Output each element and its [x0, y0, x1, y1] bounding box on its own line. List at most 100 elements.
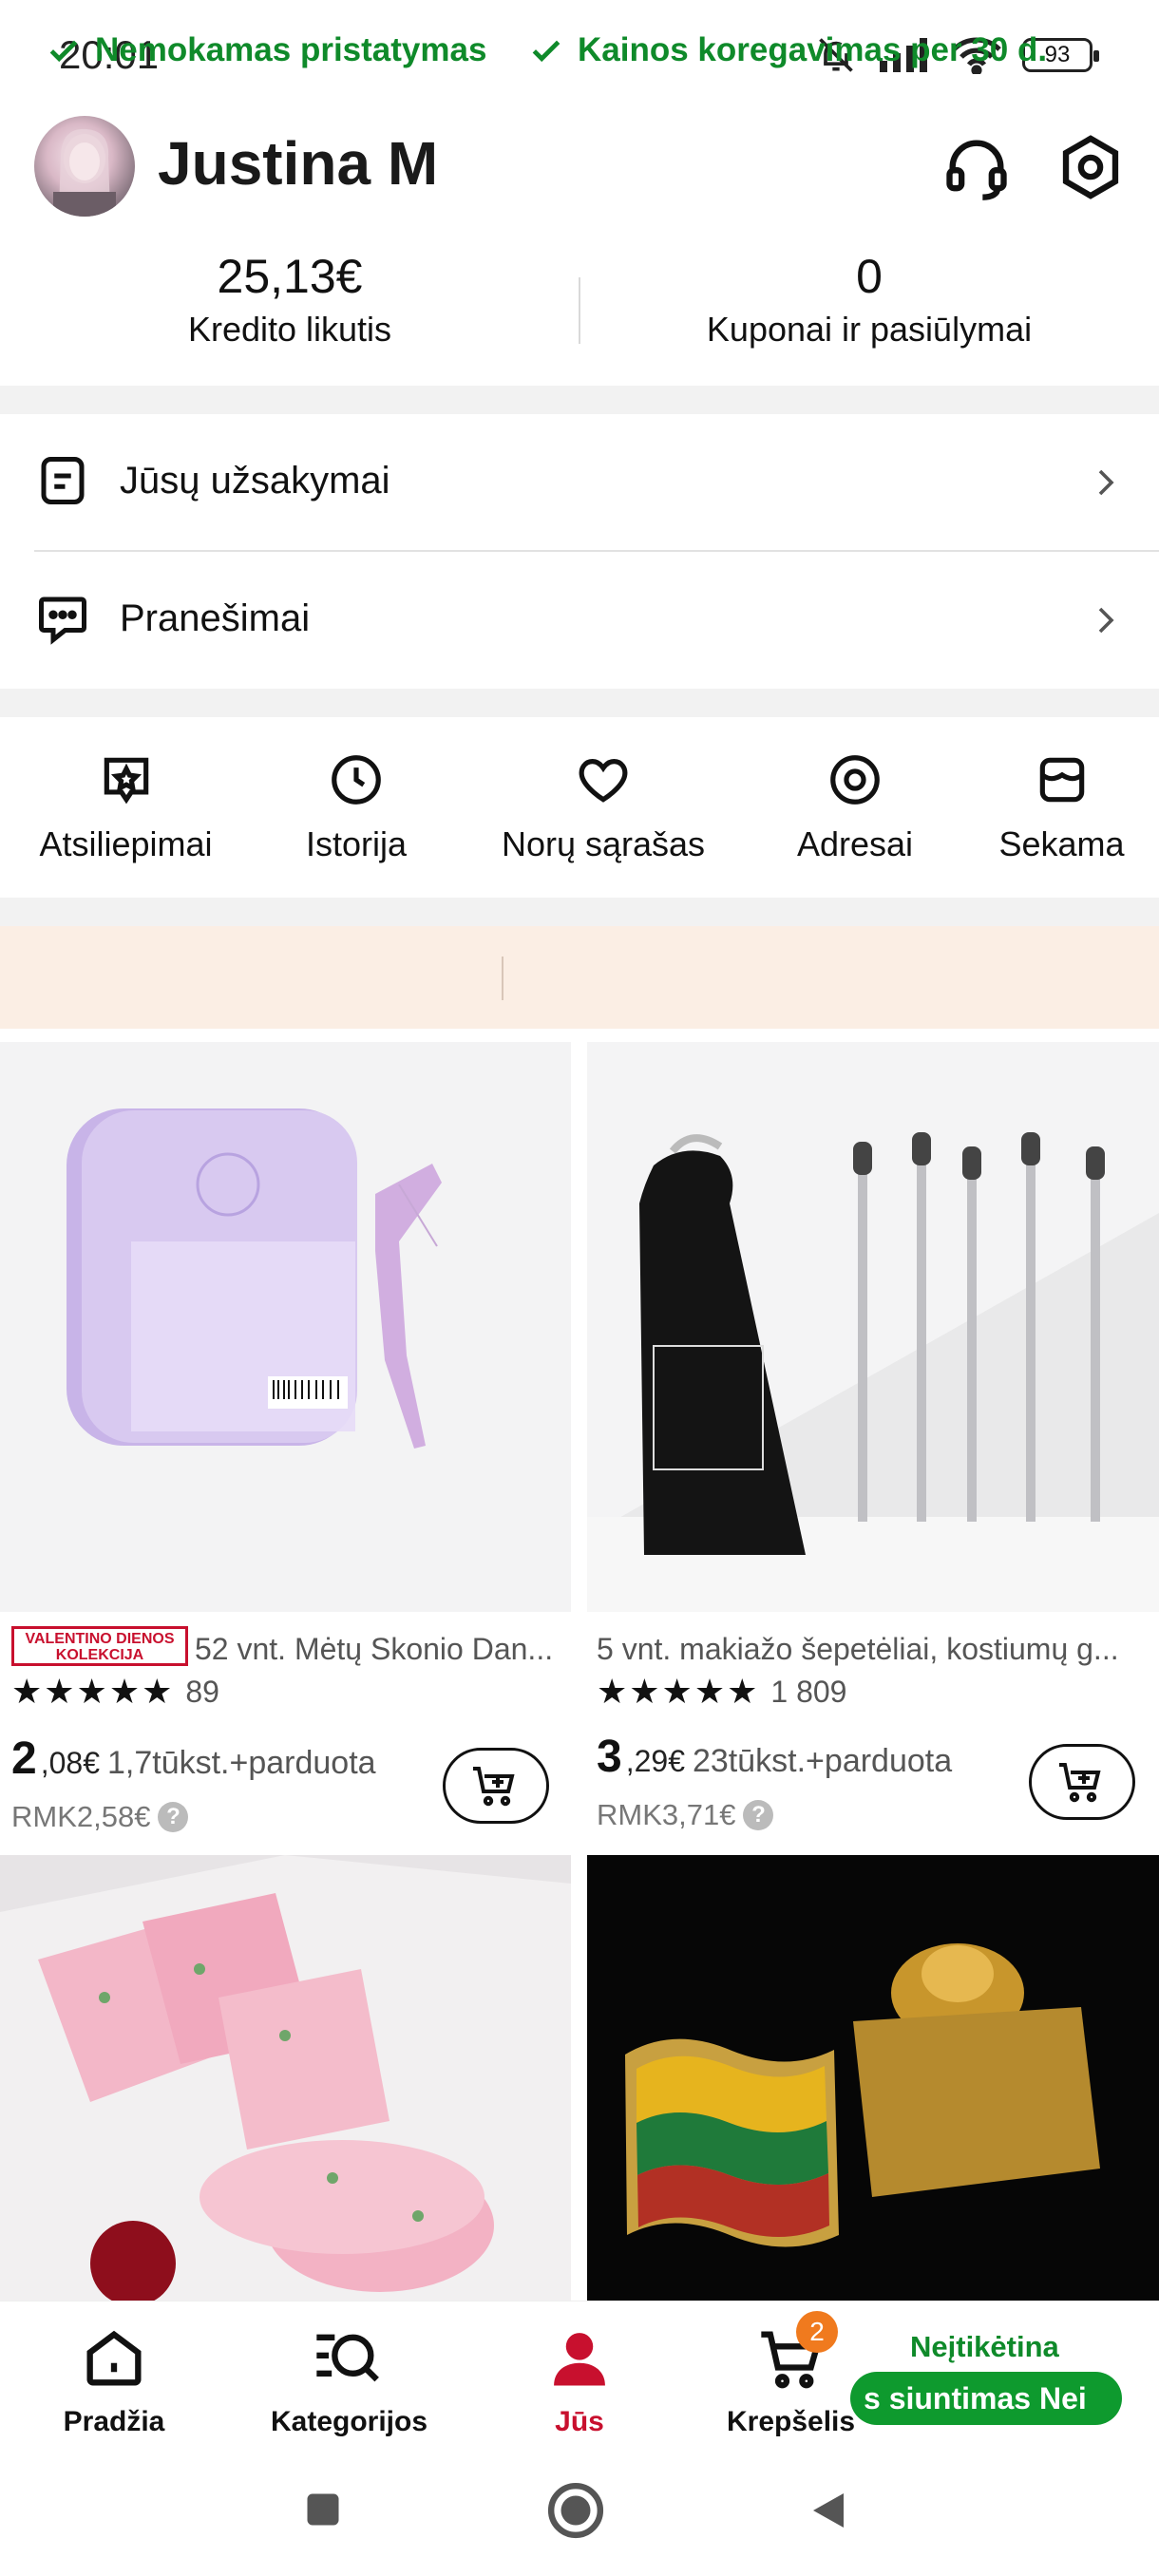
product-rating: ★★★★★ 1 809: [597, 1672, 846, 1712]
categories-search-icon: [316, 2334, 379, 2382]
help-icon[interactable]: ?: [743, 1800, 774, 1830]
price-adjust-text: Kainos koregavimas per 30 d.: [578, 31, 1048, 68]
add-to-cart-button[interactable]: [443, 1748, 549, 1824]
product-title[interactable]: 5 vnt. makiažo šepetėliai, kostiumų g...: [597, 1632, 1133, 1667]
customer-support-button[interactable]: [940, 131, 1013, 203]
badge-line: KOLEKCIJA: [55, 1647, 144, 1663]
product-title[interactable]: 52 vnt. Mėtų Skonio Dan...: [195, 1632, 565, 1667]
nav-you[interactable]: Jūs: [532, 2322, 627, 2438]
promo-separator: [502, 957, 504, 1000]
cupcake-liners-image: [0, 1855, 571, 2301]
cart-count-badge: 2: [796, 2311, 838, 2353]
spacer: [0, 1029, 1159, 1042]
avatar-image: [53, 128, 116, 217]
settings-icon: [1062, 135, 1119, 199]
sold-count: 23tūkst.+parduota: [692, 1743, 953, 1779]
section-gap: [0, 898, 1159, 926]
cart-add-icon: [1059, 1763, 1101, 1803]
nav-label: Jūs: [555, 2406, 604, 2437]
chevron-right-icon: [1098, 607, 1114, 634]
price-adjust-badge: Kainos koregavimas per 30 d.: [528, 31, 1047, 69]
profile-name[interactable]: Justina M: [158, 128, 438, 199]
product-image[interactable]: [587, 1855, 1159, 2301]
free-shipping-text: Nemokamas pristatymas: [95, 31, 487, 68]
quick-action-label: Adresai: [796, 824, 914, 863]
message-icon: [39, 597, 86, 645]
headset-icon: [946, 140, 1007, 200]
rating-count: 1 809: [770, 1674, 847, 1709]
quick-action-wishlist[interactable]: Norų sąrašas: [489, 750, 717, 864]
shipping-banner-title[interactable]: Neįtikėtina: [910, 2330, 1059, 2364]
stat-divider: [579, 277, 580, 344]
quick-action-label: Norų sąrašas: [501, 824, 706, 863]
floss-box-image: [0, 1042, 571, 1612]
product-image[interactable]: [0, 1855, 571, 2301]
check-icon: [49, 40, 78, 63]
quick-action-addresses[interactable]: Adresai: [779, 750, 931, 864]
messages-row[interactable]: Pranešimai: [0, 552, 1159, 689]
clock-icon: [332, 755, 381, 805]
nav-label: Pradžia: [63, 2406, 165, 2437]
rating-count: 89: [185, 1674, 219, 1709]
orders-label: Jūsų užsakymai: [120, 460, 390, 502]
orders-row[interactable]: Jūsų užsakymai: [0, 414, 1159, 551]
nav-label: Krepšelis: [727, 2406, 856, 2437]
recent-apps-icon[interactable]: [302, 2489, 344, 2530]
back-button-icon[interactable]: [806, 2487, 851, 2534]
quick-action-history[interactable]: Istorija: [276, 750, 437, 864]
quick-action-following[interactable]: Sekama: [983, 750, 1140, 864]
price-dec: ,29€: [625, 1744, 685, 1778]
help-icon[interactable]: ?: [158, 1802, 189, 1832]
lithuania-flag-pin-image: [587, 1855, 1159, 2301]
rating-stars: ★★★★★: [597, 1672, 760, 1711]
quick-action-reviews[interactable]: Atsiliepimai: [19, 750, 233, 864]
heart-icon: [579, 759, 628, 803]
settings-button[interactable]: [1054, 131, 1127, 203]
shipping-banner-pill[interactable]: s siuntimas Nei: [850, 2372, 1122, 2425]
product-price: 2,08€ 1,7tūkst.+parduota: [11, 1733, 376, 1785]
badge-line: VALENTINO DIENOS: [25, 1631, 175, 1647]
user-icon: [554, 2333, 605, 2386]
rmk-price: RMK2,58€ ?: [11, 1800, 189, 1834]
credit-balance[interactable]: 25,13€ Kredito likutis: [114, 249, 466, 350]
check-icon: [532, 40, 560, 63]
home-icon: [86, 2330, 142, 2386]
rmk-price: RMK3,71€ ?: [597, 1798, 774, 1832]
promo-strip[interactable]: [0, 926, 1159, 1029]
nav-label: Kategorijos: [271, 2406, 428, 2437]
price-int: 3: [597, 1732, 622, 1782]
product-price: 3,29€ 23tūkst.+parduota: [597, 1731, 952, 1783]
product-image[interactable]: [587, 1042, 1159, 1612]
credit-label: Kredito likutis: [187, 310, 392, 349]
chevron-right-icon: [1098, 469, 1114, 496]
section-gap: [0, 386, 1159, 414]
nav-home[interactable]: Pradžia: [57, 2322, 171, 2438]
add-to-cart-button[interactable]: [1029, 1744, 1135, 1820]
coupons-label: Kuponai ir pasiūlymai: [706, 310, 1033, 349]
cart-add-icon: [473, 1767, 515, 1807]
rmk-value: RMK3,71€: [597, 1798, 736, 1831]
price-int: 2: [11, 1733, 37, 1784]
avatar[interactable]: [34, 116, 135, 217]
rmk-value: RMK2,58€: [11, 1800, 151, 1833]
system-nav-bar: [0, 2453, 1159, 2576]
price-dec: ,08€: [40, 1746, 100, 1780]
store-icon: [1039, 757, 1084, 803]
free-shipping-badge: Nemokamas pristatymas: [46, 31, 486, 69]
section-gap: [0, 689, 1159, 717]
product-image[interactable]: [0, 1042, 571, 1612]
coupons-offers[interactable]: 0 Kuponai ir pasiūlymai: [679, 249, 1059, 350]
credit-value: 25,13€: [217, 250, 363, 303]
home-button-icon[interactable]: [546, 2481, 605, 2540]
valentine-collection-badge: VALENTINO DIENOS KOLEKCIJA: [11, 1626, 188, 1666]
orders-icon: [41, 457, 85, 504]
coupons-value: 0: [856, 250, 883, 303]
nav-categories[interactable]: Kategorijos: [271, 2322, 428, 2438]
rating-stars: ★★★★★: [11, 1672, 175, 1711]
quick-action-label: Atsiliepimai: [39, 824, 213, 863]
product-rating: ★★★★★ 89: [11, 1672, 219, 1712]
location-icon: [830, 755, 880, 805]
quick-action-label: Sekama: [998, 824, 1125, 863]
review-icon: [104, 757, 148, 805]
sold-count: 1,7tūkst.+parduota: [106, 1745, 376, 1781]
